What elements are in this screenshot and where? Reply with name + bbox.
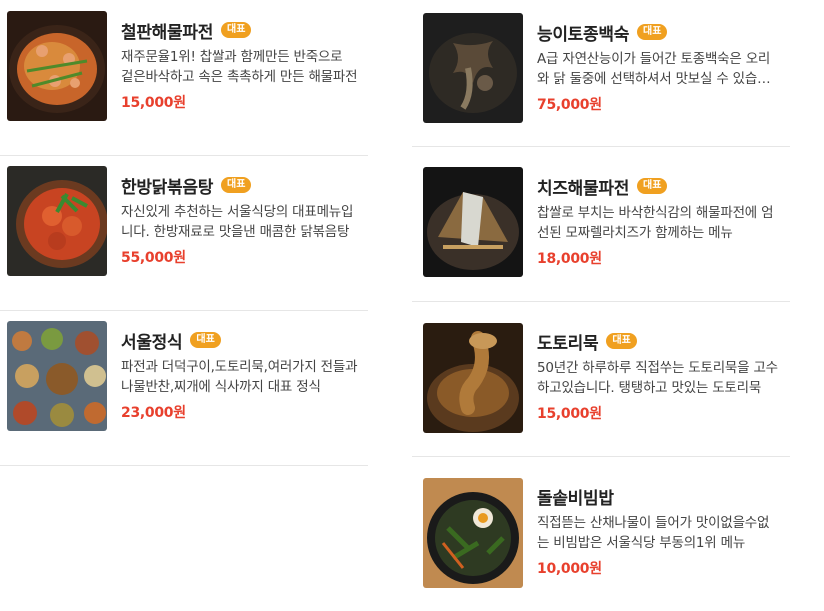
menu-item[interactable]: 치즈해물파전 대표 찹쌀로 부치는 바삭한식감의 해물파전에 엄선된 모짜렐라치…	[412, 146, 790, 302]
menu-item[interactable]: 돌솥비빔밥 직접뜯는 산채나물이 들어가 맛이없을수없는 비빔밥은 서울식당 부…	[412, 456, 790, 611]
menu-item[interactable]: 도토리묵 대표 50년간 하루하루 직접쑤는 도토리묵을 고수하고있습니다. 탱…	[412, 301, 790, 457]
menu-item-price: 55,000원	[121, 250, 186, 266]
menu-item-description: 50년간 하루하루 직접쑤는 도토리묵을 고수하고있습니다. 탱탱하고 맛있는 …	[537, 360, 778, 396]
menu-item-description: 재주문율1위! 찹쌀과 함께만든 반죽으로 겉은바삭하고 속은 촉촉하게 만든 …	[121, 49, 358, 85]
menu-item-price: 23,000원	[121, 405, 186, 421]
korean-set-meal-image	[7, 321, 107, 431]
menu-item-price: 15,000원	[537, 406, 602, 422]
menu-item-price: 10,000원	[537, 561, 602, 577]
cheese-pancake-image	[423, 167, 523, 277]
signature-badge: 대표	[221, 22, 252, 38]
menu-item-price: 75,000원	[537, 97, 602, 113]
signature-badge: 대표	[637, 178, 668, 194]
seafood-pancake-image	[7, 11, 107, 121]
braised-chicken-image	[7, 166, 107, 276]
signature-badge: 대표	[190, 332, 221, 348]
menu-item-name: 서울정식	[121, 332, 183, 353]
acorn-jelly-image	[423, 323, 523, 433]
bibimbap-image	[423, 478, 523, 588]
menu-item-name: 치즈해물파전	[537, 178, 630, 199]
menu-item-name: 철판해물파전	[121, 22, 214, 43]
signature-badge: 대표	[221, 177, 252, 193]
menu-item-description: 직접뜯는 산채나물이 들어가 맛이없을수없는 비빔밥은 서울식당 부동의1위 메…	[537, 515, 770, 551]
menu-item[interactable]: 서울정식 대표 파전과 더덕구이,도토리묵,여러가지 전들과 나물반찬,찌개에 …	[0, 310, 368, 466]
menu-item-description: 파전과 더덕구이,도토리묵,여러가지 전들과 나물반찬,찌개에 식사까지 대표 …	[121, 359, 358, 395]
menu-item[interactable]: 능이토종백숙 대표 A급 자연산능이가 들어간 토종백숙은 오리와 닭 둘중에 …	[412, 0, 790, 147]
menu-item-price: 18,000원	[537, 251, 602, 267]
menu-item[interactable]: 철판해물파전 대표 재주문율1위! 찹쌀과 함께만든 반죽으로 겉은바삭하고 속…	[0, 0, 368, 156]
menu-item-description: A급 자연산능이가 들어간 토종백숙은 오리와 닭 둘중에 선택하셔서 맛보실 …	[537, 51, 771, 87]
menu-item[interactable]: 한방닭볶음탕 대표 자신있게 추천하는 서울식당의 대표메뉴입니다. 한방재료로…	[0, 155, 368, 311]
signature-badge: 대표	[637, 24, 668, 40]
menu-item-description: 찹쌀로 부치는 바삭한식감의 해물파전에 엄선된 모짜렐라치즈가 함께하는 메뉴	[537, 205, 774, 241]
menu-item-description: 자신있게 추천하는 서울식당의 대표메뉴입니다. 한방재료로 맛을낸 매콤한 닭…	[121, 204, 354, 240]
menu-item-price: 15,000원	[121, 95, 186, 111]
signature-badge: 대표	[606, 333, 637, 349]
menu-item-name: 능이토종백숙	[537, 24, 630, 45]
menu-item-name: 돌솥비빔밥	[537, 488, 614, 509]
menu-item-name: 한방닭볶음탕	[121, 177, 214, 198]
menu-item-name: 도토리묵	[537, 333, 599, 354]
chicken-soup-image	[423, 13, 523, 123]
